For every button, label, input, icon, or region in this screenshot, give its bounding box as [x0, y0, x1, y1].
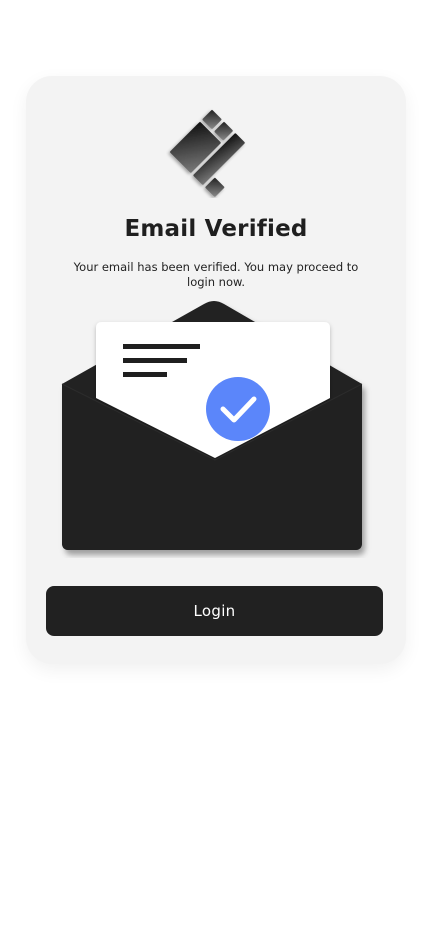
letter-line — [123, 372, 167, 377]
letter-line — [123, 358, 187, 363]
brand-logo — [169, 109, 245, 197]
envelope-illustration — [61, 301, 363, 550]
verification-card: Email Verified Your email has been verif… — [26, 76, 406, 664]
verification-message: Your email has been verified. You may pr… — [73, 260, 359, 289]
letter-line — [123, 344, 200, 349]
login-button[interactable]: Login — [46, 586, 383, 636]
page-title: Email Verified — [124, 216, 308, 242]
checkmark-circle-icon — [206, 377, 270, 441]
